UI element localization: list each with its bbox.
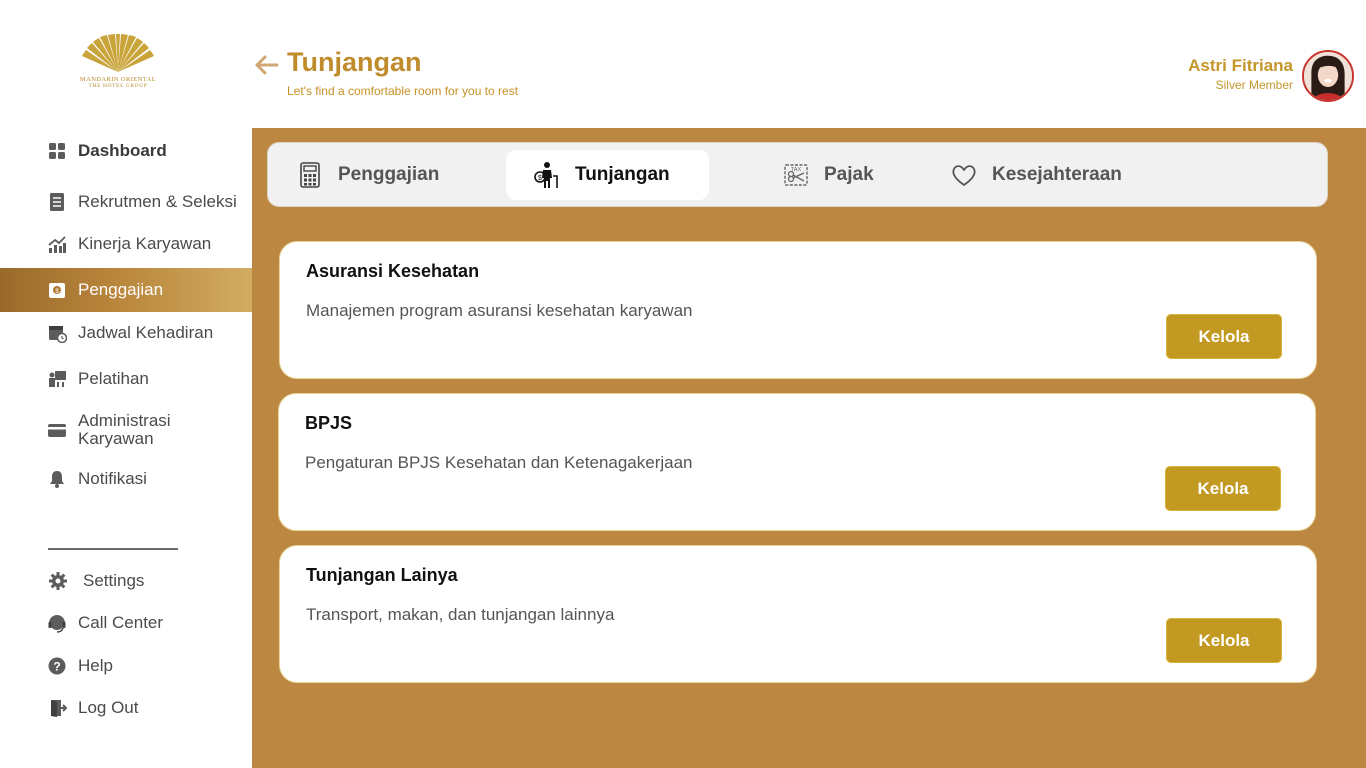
card-tunjangan-lainya: Tunjangan Lainya Transport, makan, dan t… xyxy=(279,545,1317,683)
calendar-clock-icon xyxy=(46,322,68,344)
avatar[interactable] xyxy=(1302,50,1354,102)
headset-icon xyxy=(46,612,68,634)
help-icon: ? xyxy=(46,655,68,677)
tab-label: Pajak xyxy=(824,164,874,185)
user-name: Astri Fitriana xyxy=(1188,56,1293,75)
sidebar-item-label: Settings xyxy=(83,571,145,590)
card-icon xyxy=(46,419,68,441)
bell-icon xyxy=(46,468,68,490)
sidebar-item-help[interactable]: ? Help xyxy=(0,653,252,679)
page-subtitle: Let's find a comfortable room for you to… xyxy=(287,84,519,98)
sidebar-item-label: Call Center xyxy=(78,613,164,632)
sidebar-item-label: Administrasi Karyawan xyxy=(78,411,171,448)
svg-text:$: $ xyxy=(538,175,542,182)
sidebar-item-kinerja[interactable]: Kinerja Karyawan xyxy=(0,231,252,257)
tab-kesejahteraan[interactable]: Kesejahteraan xyxy=(950,150,1160,200)
user-avatar-icon xyxy=(1304,52,1352,100)
sidebar-item-settings[interactable]: Settings xyxy=(0,568,252,594)
main-panel: Penggajian $ Tunjangan TAX Pajak Kesejah… xyxy=(252,128,1366,768)
card-title: BPJS xyxy=(305,413,353,433)
training-icon xyxy=(46,368,68,390)
trend-chart-icon xyxy=(46,233,68,255)
sidebar-item-label: Help xyxy=(78,656,113,675)
sidebar-item-label: Jadwal Kehadiran xyxy=(78,323,214,342)
sidebar-divider xyxy=(48,548,178,550)
sidebar-item-logout[interactable]: Log Out xyxy=(0,695,252,721)
card-title: Asuransi Kesehatan xyxy=(306,261,480,281)
tab-bar: Penggajian $ Tunjangan TAX Pajak Kesejah… xyxy=(267,142,1328,207)
svg-text:?: ? xyxy=(53,660,60,674)
kelola-button[interactable]: Kelola xyxy=(1165,466,1281,511)
elderly-support-icon: $ xyxy=(533,161,561,189)
sidebar: MANDARIN ORIENTAL THE HOTEL GROUP Dashbo… xyxy=(0,0,252,768)
sidebar-item-label: Dashboard xyxy=(78,141,167,160)
back-arrow-icon[interactable] xyxy=(254,53,280,77)
logout-icon xyxy=(46,697,68,719)
sidebar-item-label: Notifikasi xyxy=(78,469,147,488)
sidebar-item-label: Log Out xyxy=(78,698,139,717)
card-description: Manajemen program asuransi kesehatan kar… xyxy=(306,301,693,320)
page-title: Tunjangan xyxy=(287,47,422,77)
tab-penggajian[interactable]: Penggajian xyxy=(296,150,496,200)
tab-label: Kesejahteraan xyxy=(992,164,1122,185)
brand-logo[interactable]: MANDARIN ORIENTAL THE HOTEL GROUP xyxy=(76,34,160,98)
card-title: Tunjangan Lainya xyxy=(306,565,458,585)
fan-logo-icon xyxy=(82,34,154,72)
grid-icon xyxy=(46,140,68,162)
tab-pajak[interactable]: TAX Pajak xyxy=(782,150,912,200)
user-membership: Silver Member xyxy=(1215,78,1293,92)
sidebar-item-label: Pelatihan xyxy=(78,369,149,388)
card-description: Pengaturan BPJS Kesehatan dan Ketenagake… xyxy=(305,453,693,472)
tab-label: Tunjangan xyxy=(575,164,670,185)
kelola-button[interactable]: Kelola xyxy=(1166,618,1282,663)
kelola-button[interactable]: Kelola xyxy=(1166,314,1282,359)
sidebar-item-notifikasi[interactable]: Notifikasi xyxy=(0,466,252,492)
tab-label: Penggajian xyxy=(338,164,440,185)
sidebar-item-label: Kinerja Karyawan xyxy=(78,234,212,253)
sidebar-item-rekrutmen[interactable]: Rekrutmen & Seleksi xyxy=(0,189,252,215)
tab-tunjangan[interactable]: $ Tunjangan xyxy=(506,150,709,200)
gear-icon xyxy=(47,570,69,592)
sidebar-item-penggajian[interactable]: $ Penggajian xyxy=(0,268,252,312)
card-asuransi-kesehatan: Asuransi Kesehatan Manajemen program asu… xyxy=(279,241,1317,379)
sidebar-item-jadwal[interactable]: Jadwal Kehadiran xyxy=(0,320,252,346)
sidebar-item-label: Penggajian xyxy=(78,280,164,299)
sidebar-item-call-center[interactable]: Call Center xyxy=(0,610,252,636)
sidebar-item-label: Rekrutmen & Seleksi xyxy=(78,192,237,211)
sidebar-item-dashboard[interactable]: Dashboard xyxy=(0,138,252,164)
brand-subtitle: THE HOTEL GROUP xyxy=(88,83,148,89)
brand-name: MANDARIN ORIENTAL xyxy=(79,76,157,83)
sidebar-item-administrasi[interactable]: Administrasi Karyawan xyxy=(0,410,252,450)
tax-icon: TAX xyxy=(782,161,810,189)
payroll-icon: $ xyxy=(46,279,68,301)
document-list-icon xyxy=(46,191,68,213)
card-bpjs: BPJS Pengaturan BPJS Kesehatan dan Keten… xyxy=(278,393,1316,531)
sidebar-item-pelatihan[interactable]: Pelatihan xyxy=(0,366,252,392)
card-description: Transport, makan, dan tunjangan lainnya xyxy=(306,605,615,624)
heart-icon xyxy=(950,161,978,189)
calculator-icon xyxy=(296,161,324,189)
